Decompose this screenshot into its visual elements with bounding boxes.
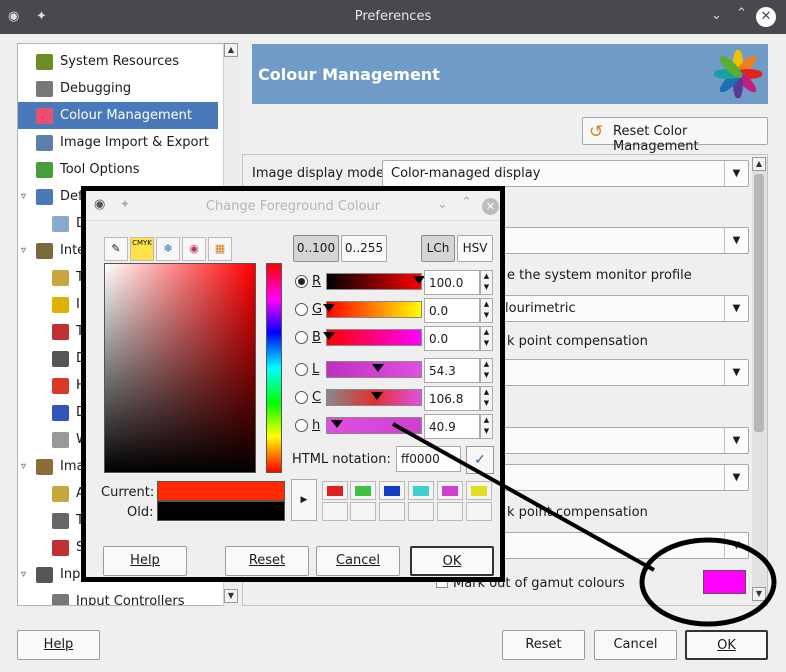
annotation-overlay	[392, 422, 777, 627]
annotation-circle	[639, 537, 777, 627]
annotation-arrow	[392, 422, 655, 572]
